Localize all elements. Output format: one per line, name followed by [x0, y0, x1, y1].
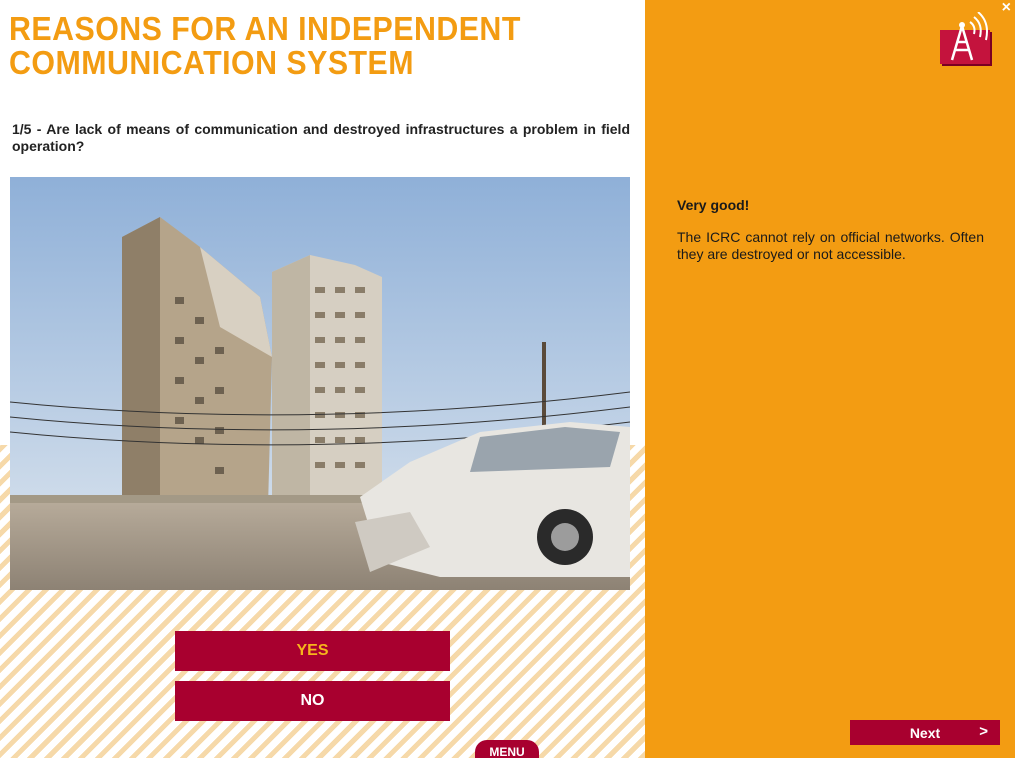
feedback-title: Very good!: [677, 197, 750, 213]
question-panel: REASONS FOR AN INDEPENDENT COMMUNICATION…: [0, 0, 645, 758]
radio-antenna-icon: [940, 11, 996, 70]
question-text: 1/5 - Are lack of means of communication…: [12, 121, 630, 154]
menu-button[interactable]: MENU: [475, 740, 539, 758]
next-label: Next: [909, 725, 941, 741]
chevron-right-icon: >: [979, 723, 988, 740]
close-icon[interactable]: ×: [1002, 0, 1011, 17]
feedback-text: The ICRC cannot rely on official network…: [677, 229, 984, 262]
next-button[interactable]: Next >: [850, 720, 1000, 745]
destroyed-buildings-photo: [10, 177, 630, 590]
title-line-1: REASONS FOR AN INDEPENDENT: [9, 10, 521, 47]
title-line-2: COMMUNICATION SYSTEM: [9, 44, 415, 81]
yes-button[interactable]: YES: [175, 631, 450, 671]
feedback-panel: × Very good! The ICRC cannot rely on off…: [645, 0, 1015, 758]
no-button[interactable]: NO: [175, 681, 450, 721]
page-title: REASONS FOR AN INDEPENDENT COMMUNICATION…: [9, 12, 521, 80]
